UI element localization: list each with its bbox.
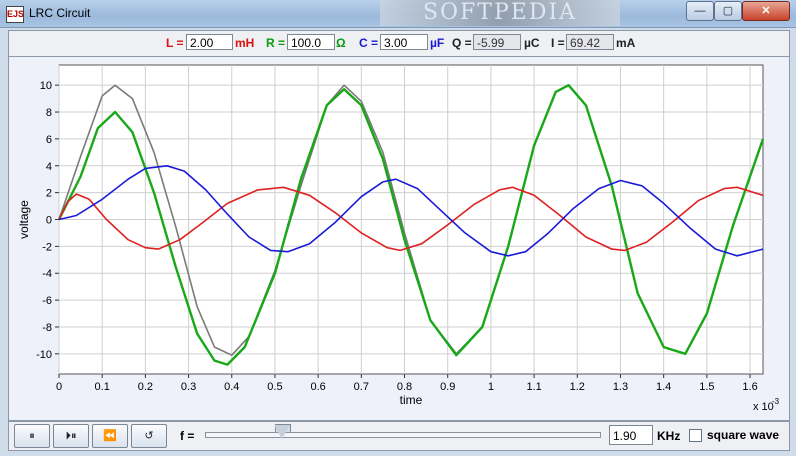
y-tick-label: 8 — [46, 107, 52, 119]
frequency-slider-track[interactable] — [205, 432, 601, 438]
resistance-label: R = — [266, 36, 286, 50]
control-bar: ⏸ ⏵⏸ ⏪ ↺ f = 1.90 KHz square wave — [8, 421, 790, 451]
x-tick-label: 0.7 — [354, 381, 369, 393]
y-tick-label: -6 — [42, 295, 52, 307]
maximize-button[interactable]: ▢ — [714, 1, 742, 21]
capacitance-input[interactable]: 3.00 — [380, 34, 428, 50]
current-label: I = — [551, 36, 565, 50]
close-button[interactable]: ✕ — [742, 1, 790, 21]
square-wave-checkbox[interactable] — [689, 429, 702, 442]
application-window: EJS LRC Circuit SOFTPEDIA — ▢ ✕ L = 2.00… — [0, 0, 796, 456]
frequency-label: f = — [180, 429, 195, 443]
frequency-unit: KHz — [657, 429, 681, 443]
y-tick-label: -10 — [36, 349, 52, 361]
x-tick-label: 0.4 — [224, 381, 239, 393]
x-tick-label: 0.8 — [397, 381, 412, 393]
x-tick-label: 0.5 — [267, 381, 282, 393]
y-tick-label: -4 — [42, 268, 52, 280]
x-tick-label: 1 — [488, 381, 494, 393]
x-tick-label: 1.6 — [742, 381, 757, 393]
y-tick-label: -2 — [42, 241, 52, 253]
resistance-input[interactable]: 100.0 — [287, 34, 335, 50]
voltage-chart: 0 0.1 0.2 0.3 0.4 0.5 0.6 0.7 0.8 0.9 1 1.1 1.2 1.3 1.… — [17, 64, 780, 413]
capacitance-unit: µF — [430, 36, 445, 50]
current-unit: mA — [616, 36, 636, 50]
y-tick-label: 6 — [46, 134, 52, 146]
frequency-input[interactable]: 1.90 — [609, 425, 653, 445]
window-title: LRC Circuit — [29, 6, 91, 20]
x-tick-label: 1.2 — [570, 381, 585, 393]
charge-label: Q = — [452, 36, 472, 50]
charge-readout: -5.99 — [473, 34, 521, 50]
x-tick-label: 1.5 — [699, 381, 714, 393]
y-tick-label: 4 — [46, 161, 52, 173]
y-tick-label: -8 — [42, 322, 52, 334]
watermark-logo: SOFTPEDIA — [380, 0, 620, 26]
x-tick-label: 1.4 — [656, 381, 671, 393]
charge-unit: µC — [524, 36, 540, 50]
capacitance-label: C = — [359, 36, 379, 50]
step-button[interactable]: ⏵⏸ — [53, 424, 89, 448]
x-scale-note: x 10 — [753, 401, 774, 413]
x-tick-label: 0.2 — [138, 381, 153, 393]
x-tick-label: 0.3 — [181, 381, 196, 393]
current-readout: 69.42 — [566, 34, 614, 50]
x-scale-exponent: -3 — [772, 397, 780, 406]
square-wave-label: square wave — [707, 428, 780, 442]
resistance-unit: Ω — [336, 36, 346, 50]
x-tick-label: 1.1 — [526, 381, 541, 393]
y-tick-label: 2 — [46, 188, 52, 200]
title-bar[interactable]: EJS LRC Circuit SOFTPEDIA — ▢ ✕ — [0, 0, 796, 28]
frequency-slider-pointer[interactable] — [274, 425, 290, 439]
parameter-bar: L = 2.00 mH R = 100.0 Ω C = 3.00 µF Q = … — [8, 30, 790, 57]
pause-button[interactable]: ⏸ — [14, 424, 50, 448]
y-tick-label: 10 — [40, 80, 52, 92]
x-tick-label: 0 — [56, 381, 62, 393]
voltage-plot-panel[interactable]: 0 0.1 0.2 0.3 0.4 0.5 0.6 0.7 0.8 0.9 1 1.1 1.2 1.3 1.… — [8, 56, 790, 421]
y-axis-label: voltage — [17, 200, 31, 239]
inductance-label: L = — [166, 36, 184, 50]
minimize-button[interactable]: — — [686, 1, 714, 21]
x-tick-label: 0.9 — [440, 381, 455, 393]
x-axis-label: time — [400, 393, 423, 407]
inductance-unit: mH — [235, 36, 255, 50]
y-tick-label: 0 — [46, 215, 52, 227]
inductance-input[interactable]: 2.00 — [186, 34, 233, 50]
ejs-app-icon: EJS — [6, 6, 24, 23]
reset-button[interactable]: ↺ — [131, 424, 167, 448]
x-tick-label: 1.3 — [613, 381, 628, 393]
rewind-button[interactable]: ⏪ — [92, 424, 128, 448]
x-tick-label: 0.1 — [95, 381, 110, 393]
x-tick-label: 0.6 — [310, 381, 325, 393]
